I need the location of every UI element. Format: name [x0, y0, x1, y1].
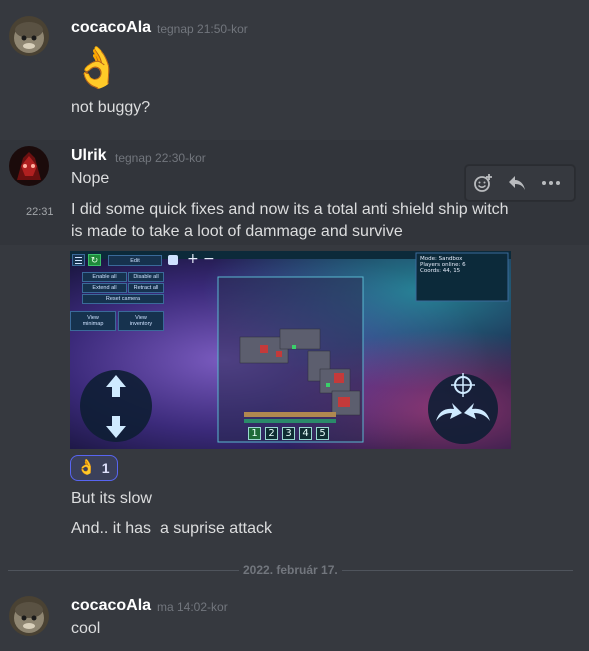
- hover-timestamp: 22:31: [26, 206, 54, 218]
- game-disable-all: Disable all: [128, 272, 164, 282]
- game-info-coords: Coords: 44, 15: [420, 268, 461, 274]
- message-timestamp: tegnap 22:30-kor: [115, 151, 206, 165]
- game-extend-all: Extend all: [82, 283, 127, 293]
- image-attachment[interactable]: ↻ Edit + − Enable all Disable all Extend…: [70, 251, 511, 449]
- date-divider: 2022. február 17.: [239, 563, 342, 577]
- message-text: is made to take a loot of dammage and su…: [71, 223, 403, 240]
- reaction-pill[interactable]: 👌 1: [70, 455, 118, 481]
- game-zoom-in-icon: +: [187, 251, 199, 267]
- message-text: Nope: [71, 170, 110, 187]
- message-toolbar: [465, 165, 575, 201]
- game-hotbar-slot: 4: [299, 427, 312, 440]
- add-reaction-icon[interactable]: [466, 168, 500, 198]
- game-reset-camera: Reset camera: [82, 294, 164, 304]
- game-view-minimap: View minimap: [70, 311, 116, 331]
- game-retract-all: Retract all: [128, 283, 164, 293]
- game-zoom-out-icon: −: [203, 251, 215, 267]
- game-hotbar-slot: 5: [316, 427, 329, 440]
- message-text: not buggy?: [71, 99, 151, 116]
- avatar[interactable]: [9, 596, 49, 636]
- reply-icon[interactable]: [500, 168, 534, 198]
- message-timestamp: tegnap 21:50-kor: [157, 22, 248, 36]
- game-chat-icon: [168, 255, 178, 265]
- message-text: I did some quick fixes and now its a tot…: [71, 201, 509, 218]
- message-text: cool: [71, 620, 101, 637]
- username[interactable]: cocacoAla: [71, 19, 151, 37]
- game-hotbar-slot: 2: [265, 427, 278, 440]
- game-hotbar-slot: 3: [282, 427, 295, 440]
- username[interactable]: cocacoAla: [71, 597, 151, 615]
- game-view-inventory: View inventory: [118, 311, 164, 331]
- game-hotbar-slot: 1: [248, 427, 261, 440]
- ok-hand-emoji: 👌: [72, 46, 122, 90]
- avatar[interactable]: [9, 146, 49, 186]
- game-edit-button: Edit: [108, 255, 162, 266]
- game-enable-all: Enable all: [82, 272, 127, 282]
- more-icon[interactable]: [534, 168, 568, 198]
- username[interactable]: Ulrik: [71, 147, 107, 165]
- game-menu-icon: [72, 254, 85, 266]
- reaction-count: 1: [101, 460, 110, 476]
- ok-hand-emoji: 👌: [77, 459, 96, 476]
- message-text: And.. it has a suprise attack: [71, 520, 272, 537]
- message-timestamp: ma 14:02-kor: [157, 600, 228, 614]
- message-text: But its slow: [71, 490, 152, 507]
- game-refresh-icon: ↻: [88, 254, 101, 266]
- avatar[interactable]: [9, 16, 49, 56]
